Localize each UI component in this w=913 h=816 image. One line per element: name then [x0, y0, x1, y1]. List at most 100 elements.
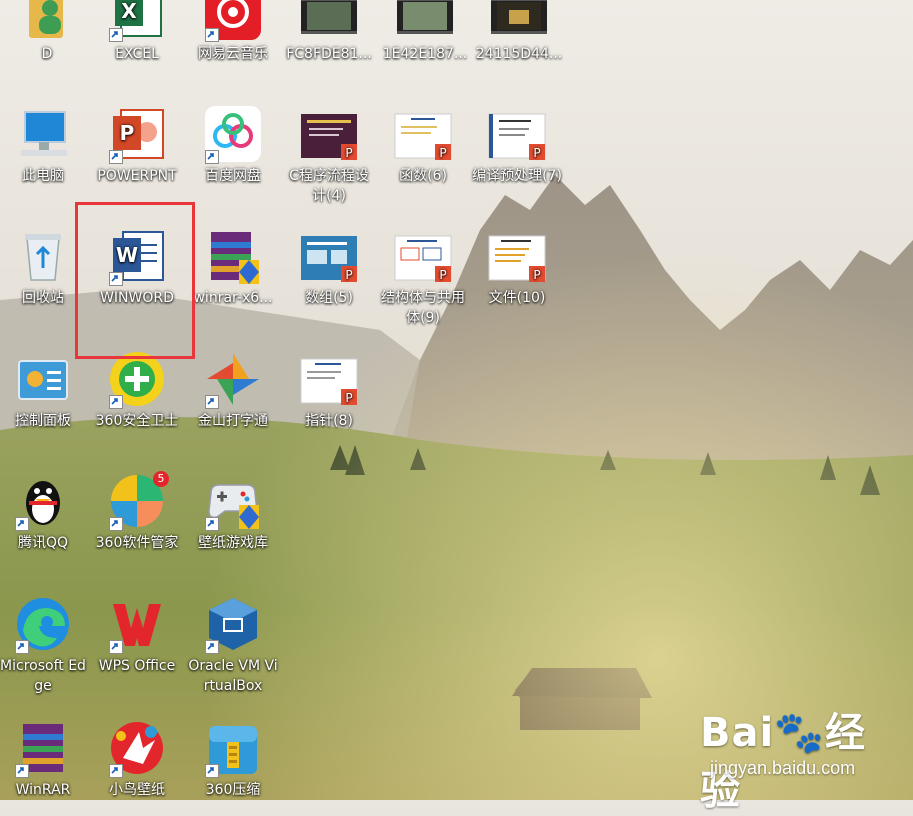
- desktop-icon-preprocess-ppt[interactable]: P 编译预处理(7): [470, 104, 564, 186]
- svg-text:P: P: [345, 146, 352, 160]
- winrar-installer-icon: [203, 226, 263, 286]
- video-thumbnail-icon: [489, 0, 549, 42]
- icon-label: 数组(5): [305, 290, 353, 306]
- ppt-file-thumbnail-icon: P: [487, 104, 547, 164]
- folder-user-icon: [17, 0, 77, 42]
- 360-zip-icon: [203, 718, 263, 778]
- icon-label: 控制面板: [15, 413, 71, 429]
- shortcut-arrow-icon: [109, 764, 123, 778]
- icon-label: 24115D44...: [475, 46, 563, 62]
- desktop-icon-function-ppt[interactable]: P 函数(6): [376, 104, 470, 186]
- desktop-icon-virtualbox[interactable]: Oracle VM VirtualBox: [186, 594, 280, 696]
- watermark-url: jingyan.baidu.com: [710, 758, 856, 778]
- desktop-icon-video-1[interactable]: FC8FDE81...: [282, 0, 376, 64]
- desktop-icon-360safe[interactable]: 360安全卫士: [90, 349, 184, 431]
- desktop-icon-video-3[interactable]: 24115D44...: [472, 0, 566, 64]
- shortcut-arrow-icon: [109, 28, 123, 42]
- shortcut-arrow-icon: [109, 150, 123, 164]
- shortcut-arrow-icon: [205, 395, 219, 409]
- icon-label: WPS Office: [98, 658, 176, 674]
- desktop-icon-d[interactable]: D: [0, 0, 94, 64]
- desktop: D X EXCEL 网易云音乐 FC8FDE81... 1E42E187... …: [0, 0, 913, 814]
- video-thumbnail-icon: [395, 0, 455, 42]
- shortcut-arrow-icon: [205, 640, 219, 654]
- icon-label: 金山打字通: [198, 413, 268, 429]
- icon-label: 指针(8): [305, 413, 353, 429]
- ppt-file-thumbnail-icon: P: [487, 226, 547, 286]
- desktop-icon-powerpnt[interactable]: P POWERPNT: [90, 104, 184, 186]
- desktop-icon-this-pc[interactable]: 此电脑: [0, 104, 90, 186]
- shortcut-arrow-icon: [205, 28, 219, 42]
- desktop-icon-winrar-installer[interactable]: winrar-x6...: [186, 226, 280, 308]
- icon-label: 小鸟壁纸: [109, 782, 165, 798]
- svg-text:P: P: [345, 268, 352, 282]
- shortcut-arrow-icon: [109, 640, 123, 654]
- icon-label: 百度网盘: [205, 168, 261, 184]
- baidu-jingyan-watermark: Bai🐾经验 jingyan.baidu.com: [700, 700, 900, 814]
- shortcut-arrow-icon: [205, 764, 219, 778]
- desktop-icon-baidu-netdisk[interactable]: 百度网盘: [186, 104, 280, 186]
- icon-label: D: [41, 46, 53, 62]
- icon-label: 壁纸游戏库: [198, 535, 268, 551]
- desktop-icon-edge[interactable]: Microsoft Edge: [0, 594, 90, 696]
- desktop-icon-game-library[interactable]: 壁纸游戏库: [186, 471, 280, 553]
- shortcut-arrow-icon: [15, 517, 29, 531]
- icon-label: 360安全卫士: [95, 413, 179, 429]
- netease-music-icon: [203, 0, 263, 42]
- svg-text:P: P: [345, 391, 352, 405]
- paw-icon: 🐾: [774, 710, 826, 756]
- desktop-icon-c-flow-ppt[interactable]: P C程序流程设计(4): [282, 104, 376, 206]
- icon-label: POWERPNT: [97, 168, 177, 184]
- desktop-icon-netease-music[interactable]: 网易云音乐: [186, 0, 280, 64]
- shortcut-arrow-icon: [15, 764, 29, 778]
- shortcut-arrow-icon: [205, 150, 219, 164]
- desktop-icon-360-manager[interactable]: 5 360软件管家: [90, 471, 184, 553]
- winrar-icon: [13, 718, 73, 778]
- recycle-bin-icon: [13, 226, 73, 286]
- notification-badge: 5: [153, 471, 169, 487]
- shortcut-arrow-icon: [15, 640, 29, 654]
- desktop-icon-struct-ppt[interactable]: P 结构体与共用体(9): [376, 226, 470, 328]
- qq-penguin-icon: [13, 471, 73, 531]
- svg-text:P: P: [439, 268, 446, 282]
- computer-icon: [13, 104, 73, 164]
- desktop-icon-array-ppt[interactable]: P 数组(5): [282, 226, 376, 308]
- highlight-box: [75, 202, 195, 359]
- icon-label: 函数(6): [399, 168, 447, 184]
- icon-label: FC8FDE81...: [286, 46, 372, 62]
- desktop-icon-video-2[interactable]: 1E42E187...: [378, 0, 472, 64]
- desktop-icon-qq[interactable]: 腾讯QQ: [0, 471, 90, 553]
- icon-label: 360压缩: [205, 782, 261, 798]
- ppt-file-thumbnail-icon: P: [299, 226, 359, 286]
- desktop-icon-360zip[interactable]: 360压缩: [186, 718, 280, 800]
- icon-label: C程序流程设计(4): [289, 168, 369, 204]
- desktop-icon-excel[interactable]: X EXCEL: [90, 0, 184, 64]
- ppt-file-thumbnail-icon: P: [393, 104, 453, 164]
- edge-browser-icon: [13, 594, 73, 654]
- desktop-icon-pointer-ppt[interactable]: P 指针(8): [282, 349, 376, 431]
- desktop-icon-control-panel[interactable]: 控制面板: [0, 349, 90, 431]
- svg-text:X: X: [121, 0, 137, 23]
- gamepad-icon: [203, 471, 263, 531]
- svg-text:P: P: [439, 146, 446, 160]
- shortcut-arrow-icon: [205, 517, 219, 531]
- desktop-icon-file-ppt[interactable]: P 文件(10): [470, 226, 564, 308]
- icon-label: WinRAR: [15, 782, 71, 798]
- desktop-icon-wps-office[interactable]: WPS Office: [90, 594, 184, 676]
- icon-label: 腾讯QQ: [17, 535, 69, 551]
- shortcut-arrow-icon: [109, 395, 123, 409]
- icon-label: Oracle VM VirtualBox: [188, 658, 278, 694]
- icon-label: 文件(10): [488, 290, 546, 306]
- icon-label: 结构体与共用体(9): [381, 290, 465, 326]
- video-thumbnail-icon: [299, 0, 359, 42]
- desktop-icon-winrar[interactable]: WinRAR: [0, 718, 90, 800]
- desktop-icon-jinshan-typing[interactable]: 金山打字通: [186, 349, 280, 431]
- virtualbox-icon: [203, 594, 263, 654]
- excel-icon: X: [107, 0, 167, 42]
- shortcut-arrow-icon: [109, 517, 123, 531]
- desktop-icon-bird-wallpaper[interactable]: 小鸟壁纸: [90, 718, 184, 800]
- ppt-file-thumbnail-icon: P: [299, 104, 359, 164]
- icon-label: 编译预处理(7): [472, 168, 562, 184]
- powerpoint-icon: P: [107, 104, 167, 164]
- icon-label: 360软件管家: [95, 535, 179, 551]
